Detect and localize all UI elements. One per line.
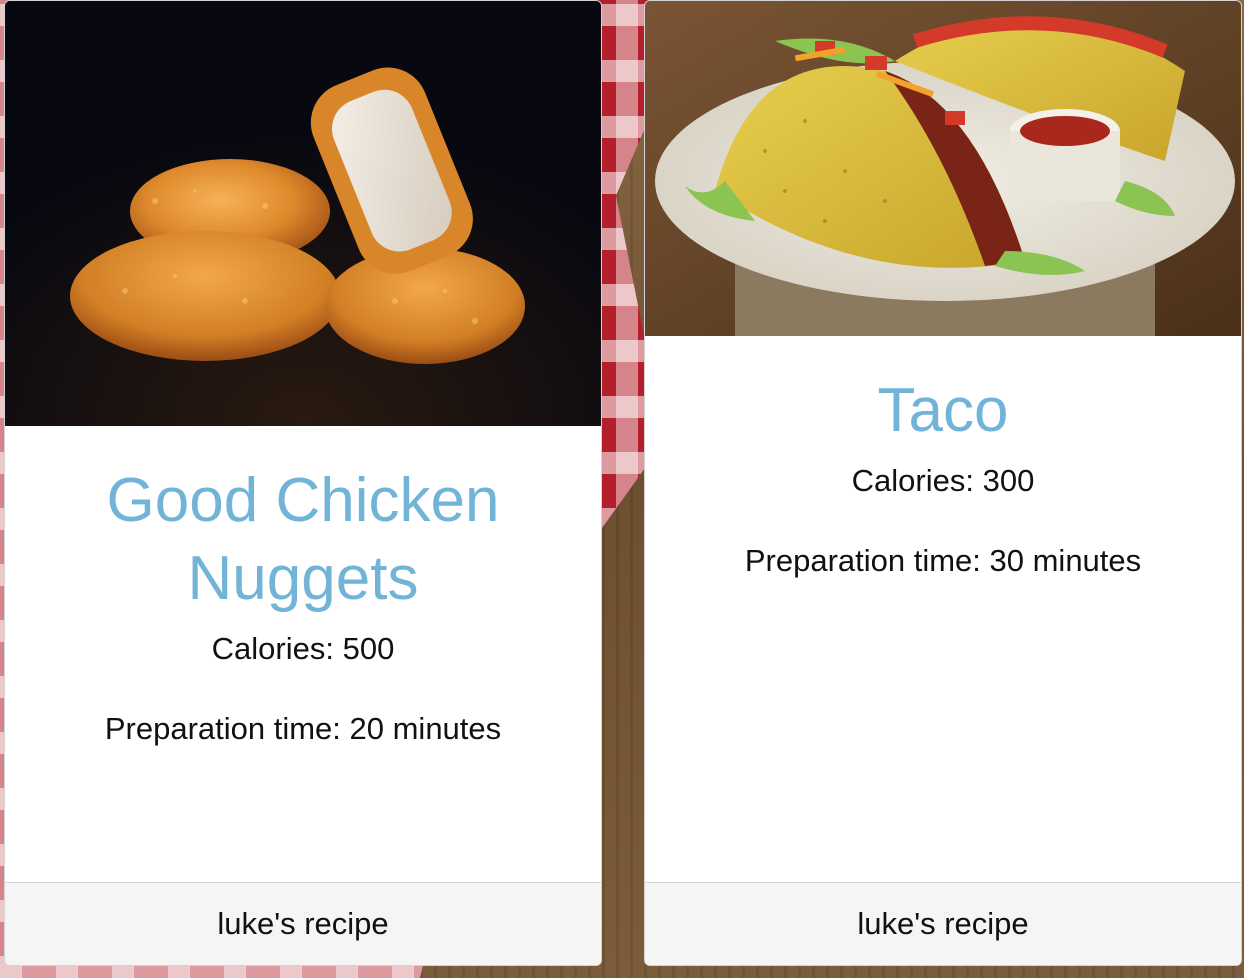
recipe-calories: Calories: 500 — [211, 631, 395, 666]
recipe-prep-time: Preparation time: 30 minutes — [744, 543, 1142, 578]
recipe-image-chicken-nuggets[interactable] — [5, 1, 601, 426]
chicken-nuggets-photo-icon — [5, 1, 601, 426]
recipe-prep-time: Preparation time: 20 minutes — [104, 711, 502, 746]
recipe-author-footer: luke's recipe — [645, 882, 1241, 965]
recipe-card-chicken-nuggets[interactable]: Good Chicken Nuggets Calories: 500 Prepa… — [4, 0, 602, 966]
recipe-card-taco[interactable]: Taco Calories: 300 Preparation time: 30 … — [644, 0, 1242, 966]
recipe-author-footer: luke's recipe — [5, 882, 601, 965]
recipe-calories: Calories: 300 — [851, 463, 1035, 498]
recipe-title[interactable]: Taco — [665, 372, 1221, 450]
taco-photo-icon — [645, 1, 1241, 336]
card-body: Good Chicken Nuggets Calories: 500 Prepa… — [5, 426, 601, 882]
card-body: Taco Calories: 300 Preparation time: 30 … — [645, 336, 1241, 882]
recipe-image-taco[interactable] — [645, 1, 1241, 336]
recipe-title[interactable]: Good Chicken Nuggets — [25, 462, 581, 618]
